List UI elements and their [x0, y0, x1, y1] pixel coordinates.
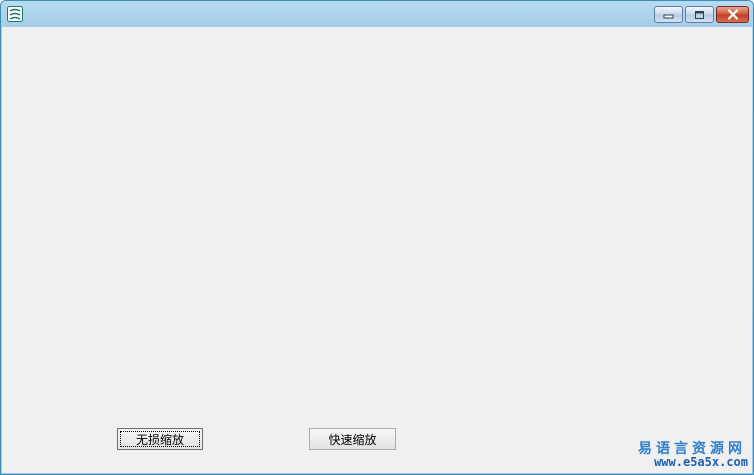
minimize-button[interactable] [654, 6, 683, 23]
title-bar[interactable] [1, 1, 753, 27]
window-controls [654, 6, 749, 23]
close-icon [727, 9, 738, 20]
maximize-icon [695, 10, 704, 19]
quick-zoom-button[interactable]: 快速缩放 [309, 428, 396, 450]
close-button[interactable] [716, 6, 749, 23]
maximize-button[interactable] [685, 6, 714, 23]
lossless-zoom-button[interactable]: 无损缩放 [117, 428, 203, 450]
minimize-icon [663, 14, 674, 19]
app-window: 无损缩放 快速缩放 易语言资源网 www.e5a5x.com [0, 0, 754, 475]
client-area: 无损缩放 快速缩放 易语言资源网 www.e5a5x.com [2, 27, 752, 473]
watermark-url: www.e5a5x.com [654, 455, 748, 469]
app-logo-icon[interactable] [7, 6, 23, 22]
